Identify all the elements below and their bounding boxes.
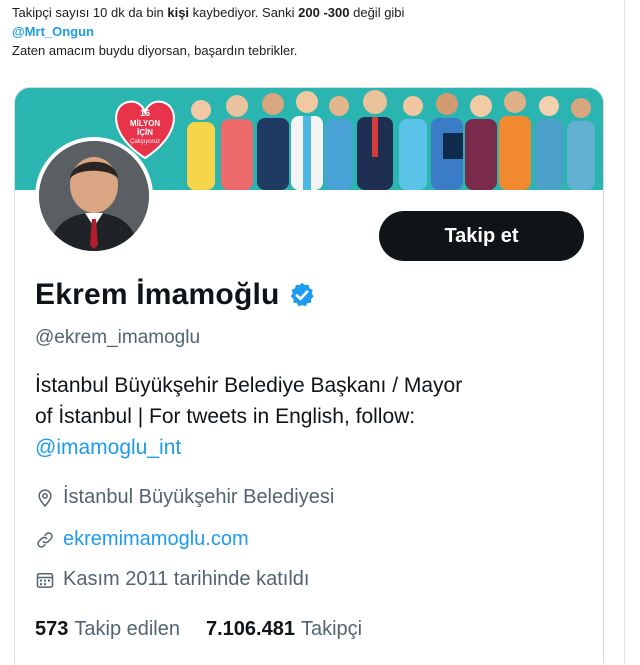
tweet-bold-range: 200 -300 bbox=[298, 5, 350, 20]
tweet-text-part: kaybediyor. Sanki bbox=[189, 5, 299, 20]
profile-website: ekremimamoglu.com bbox=[35, 528, 249, 551]
followers-stat[interactable]: 7.106.481 Takipçi bbox=[206, 618, 362, 641]
avatar-photo bbox=[39, 141, 149, 251]
bio-mention-link[interactable]: @imamoglu_int bbox=[35, 436, 181, 459]
followers-label: Takipçi bbox=[300, 618, 363, 640]
tweet-mention-link[interactable]: @Mrt_Ongun bbox=[12, 24, 94, 39]
profile-joined: Kasım 2011 tarihinde katıldı bbox=[35, 568, 309, 591]
website-link[interactable]: ekremimamoglu.com bbox=[63, 528, 249, 551]
verified-badge-icon[interactable] bbox=[288, 281, 316, 309]
location-text: İstanbul Büyükşehir Belediyesi bbox=[63, 486, 335, 508]
joined-text: Kasım 2011 tarihinde katıldı bbox=[63, 568, 310, 590]
location-pin-icon bbox=[35, 488, 55, 508]
tweet-text-part: değil gibi bbox=[349, 5, 405, 20]
link-icon bbox=[35, 530, 55, 550]
badge-text: İÇİN bbox=[137, 128, 153, 137]
profile-name: Ekrem İmamoğlu bbox=[35, 278, 280, 311]
profile-name-row: Ekrem İmamoğlu bbox=[35, 278, 316, 312]
profile-handle: @ekrem_imamoglu bbox=[35, 327, 201, 348]
following-count: 573 bbox=[35, 618, 69, 640]
bio-line: of İstanbul | For tweets in English, fol… bbox=[35, 405, 416, 428]
tweet-line-1: Takipçi sayısı 10 dk da bin kişi kaybedi… bbox=[12, 3, 612, 22]
tweet-text: Takipçi sayısı 10 dk da bin kişi kaybedi… bbox=[12, 3, 612, 60]
calendar-icon bbox=[35, 570, 55, 590]
tweet-bold-word: kişi bbox=[167, 5, 190, 20]
profile-card: 16 MİLYON İÇİN Çalışıyoruz Takip et Ekre… bbox=[14, 87, 604, 665]
badge-text: 16 bbox=[140, 108, 150, 118]
follow-button[interactable]: Takip et bbox=[379, 211, 584, 261]
badge-text: MİLYON bbox=[130, 119, 161, 128]
tweet-text-part: Takipçi sayısı 10 dk da bin bbox=[12, 5, 168, 20]
profile-location: İstanbul Büyükşehir Belediyesi bbox=[35, 486, 334, 509]
badge-text: Çalışıyoruz bbox=[130, 139, 160, 145]
following-label: Takip edilen bbox=[74, 618, 180, 640]
bio-line: İstanbul Büyükşehir Belediye Başkanı / M… bbox=[35, 374, 463, 397]
tweet-line-3: Zaten amacım buydu diyorsan, başardın te… bbox=[12, 43, 298, 58]
page-divider bbox=[624, 0, 625, 665]
profile-bio: İstanbul Büyükşehir Belediye Başkanı / M… bbox=[35, 370, 595, 463]
profile-stats: 573 Takip edilen 7.106.481 Takipçi bbox=[35, 618, 388, 641]
followers-count: 7.106.481 bbox=[206, 618, 295, 640]
following-stat[interactable]: 573 Takip edilen bbox=[35, 618, 180, 641]
avatar[interactable] bbox=[35, 137, 153, 255]
